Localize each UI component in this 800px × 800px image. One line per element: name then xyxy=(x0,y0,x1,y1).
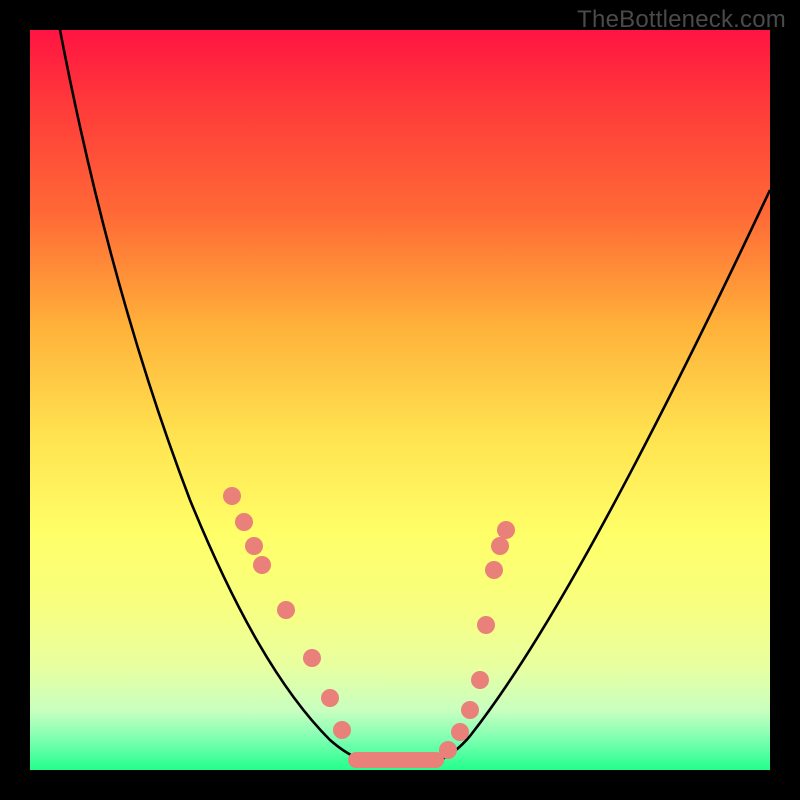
marker-dot xyxy=(235,513,253,531)
marker-dot xyxy=(321,689,339,707)
marker-dot xyxy=(223,487,241,505)
marker-dot xyxy=(497,521,515,539)
plot-area xyxy=(30,30,770,770)
marker-dot xyxy=(303,649,321,667)
marker-dot xyxy=(477,616,495,634)
marker-group xyxy=(223,487,515,759)
marker-dot xyxy=(277,601,295,619)
bottleneck-curve xyxy=(60,30,770,766)
marker-dot xyxy=(253,556,271,574)
highlight-bar xyxy=(348,752,444,768)
marker-dot xyxy=(461,701,479,719)
marker-dot xyxy=(245,537,263,555)
chart-svg xyxy=(30,30,770,770)
marker-dot xyxy=(439,741,457,759)
marker-dot xyxy=(333,721,351,739)
marker-dot xyxy=(471,671,489,689)
chart-frame: TheBottleneck.com xyxy=(0,0,800,800)
marker-dot xyxy=(451,723,469,741)
marker-dot xyxy=(485,561,503,579)
marker-dot xyxy=(491,537,509,555)
